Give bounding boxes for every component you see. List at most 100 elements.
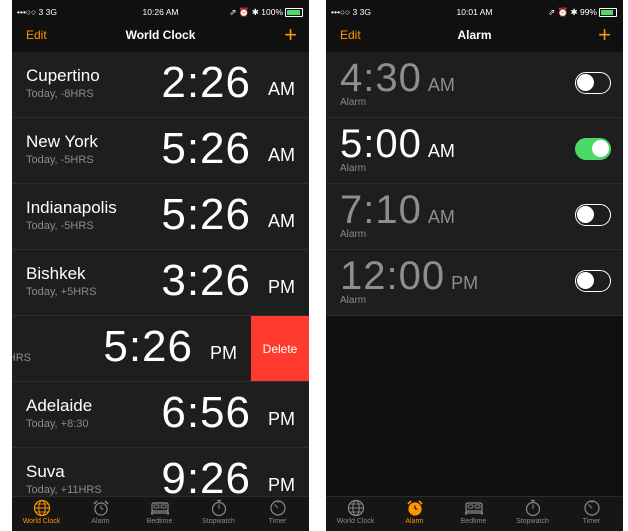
status-right: ⇗ ⏰ ✱ 100% [229,7,303,18]
tab-alarm[interactable]: Alarm [71,499,130,525]
globe-icon [347,499,364,517]
alarm-time-value: 7:10 [340,188,422,232]
tab-label: Stopwatch [516,518,549,525]
page-title: World Clock [125,28,196,42]
timer-icon [583,500,600,516]
clock-time: 5:26 [161,190,251,239]
clock-time: 5:26 [161,124,251,173]
toggle-knob [577,272,594,289]
alarm-time-value: 4:30 [340,56,422,100]
toggle-knob [592,140,609,157]
time-offset: Today, -5HRS [26,154,94,166]
tab-label: Timer [268,518,287,525]
alarm-toggle[interactable] [575,138,611,160]
am-pm: AM [427,207,455,227]
city-name: New York [26,132,98,151]
clock-row[interactable]: Bishkek Today, +5HRS 3:26 PM [12,250,309,316]
alarm-label: Alarm [340,97,367,108]
am-pm: PM [210,343,237,363]
tab-timer[interactable]: Timer [562,499,621,525]
alarm-time: 5:00 AM [340,122,455,167]
world-clock-screen: •••○○ 3 3G 10:26 AM ⇗ ⏰ ✱ 100% Edit Worl… [12,0,309,531]
tab-label: Bedtime [146,518,173,525]
alarm-toggle[interactable] [575,72,611,94]
am-pm: PM [268,409,295,429]
tab-bar: World Clock Alarm Bedtime Stopwatch Time… [326,496,623,531]
add-button[interactable]: + [284,22,297,48]
am-pm: AM [268,79,295,99]
alarm-row[interactable]: 12:00 PM Alarm [326,250,623,316]
toggle-knob [577,206,594,223]
status-right: ⇗ ⏰ ✱ 99% [548,7,617,18]
time-offset: -7HRS [12,352,32,364]
tab-stopwatch[interactable]: Stopwatch [503,499,562,525]
am-pm: AM [268,211,295,231]
clock-time: 3:26 [161,256,251,305]
bed-icon [150,502,169,515]
clock-row[interactable]: Cupertino Today, -8HRS 2:26 AM [12,52,309,118]
tab-world-clock[interactable]: World Clock [12,499,71,525]
alarm-toggle[interactable] [575,204,611,226]
add-button[interactable]: + [598,22,611,48]
tab-label: Timer [582,518,601,525]
tab-label: Bedtime [460,518,487,525]
time-offset: Today, +5HRS [26,286,97,298]
alarm-time-value: 12:00 [340,254,446,298]
alarm-toggle[interactable] [575,270,611,292]
alarm-row[interactable]: 4:30 AM Alarm [326,52,623,118]
clock-list: Cupertino Today, -8HRS 2:26 AM New York … [12,52,309,514]
nav-bar: Edit World Clock + [12,22,309,50]
globe-icon [33,499,50,517]
status-indicators: ⇗ ⏰ ✱ 99% [548,7,597,17]
am-pm: AM [427,141,455,161]
nav-bar: Edit Alarm + [326,22,623,50]
tab-label: World Clock [336,518,375,525]
time-offset: Today, -5HRS [26,220,94,232]
clock-time: 5:26 [103,322,193,371]
tab-alarm[interactable]: Alarm [385,499,444,525]
alarm-screen: •••○○ 3 3G 10:01 AM ⇗ ⏰ ✱ 99% Edit Alarm… [326,0,623,531]
clock-row-swiped[interactable]: g -7HRS 5:26 PM Delete [12,316,309,382]
am-pm: PM [268,277,295,297]
status-indicators: ⇗ ⏰ ✱ 100% [229,7,283,17]
status-bar: •••○○ 3 3G 10:01 AM ⇗ ⏰ ✱ 99% [326,0,623,22]
tab-label: World Clock [22,518,61,525]
page-title: Alarm [457,28,492,42]
tab-label: Stopwatch [202,518,235,525]
am-pm: AM [268,145,295,165]
clock-time: 2:26 [161,58,251,107]
city-name: Suva [26,462,65,481]
timer-icon [269,500,286,516]
tab-label: Alarm [91,518,110,525]
time-offset: Today, +11HRS [26,484,102,496]
battery-icon [285,8,303,18]
alarm-time: 4:30 AM [340,56,455,101]
tab-stopwatch[interactable]: Stopwatch [189,499,248,525]
alarm-clock-icon [406,500,423,516]
am-pm: PM [451,273,479,293]
tab-world-clock[interactable]: World Clock [326,499,385,525]
city-name: Bishkek [26,264,86,283]
alarm-row[interactable]: 7:10 AM Alarm [326,184,623,250]
tab-bedtime[interactable]: Bedtime [444,499,503,525]
stopwatch-icon [525,499,540,517]
tab-timer[interactable]: Timer [248,499,307,525]
tab-bar: World Clock Alarm Bedtime Stopwatch Time… [12,496,309,531]
tab-bedtime[interactable]: Bedtime [130,499,189,525]
alarm-label: Alarm [340,163,367,174]
city-name: Adelaide [26,396,93,415]
clock-time: 6:56 [161,388,251,437]
bed-icon [464,502,483,515]
alarm-list: 4:30 AM Alarm 5:00 AM Alarm 7:10 AM Alarm 1… [326,52,623,316]
alarm-row[interactable]: 5:00 AM Alarm [326,118,623,184]
alarm-clock-icon [93,500,108,516]
alarm-time: 12:00 PM [340,254,478,299]
delete-button[interactable]: Delete [251,316,309,381]
clock-row[interactable]: Adelaide Today, +8:30 6:56 PM [12,382,309,448]
clock-row[interactable]: New York Today, -5HRS 5:26 AM [12,118,309,184]
toggle-knob [577,74,594,91]
clock-row[interactable]: Indianapolis Today, -5HRS 5:26 AM [12,184,309,250]
am-pm: AM [427,75,455,95]
stopwatch-icon [211,499,226,517]
am-pm: PM [268,475,295,495]
